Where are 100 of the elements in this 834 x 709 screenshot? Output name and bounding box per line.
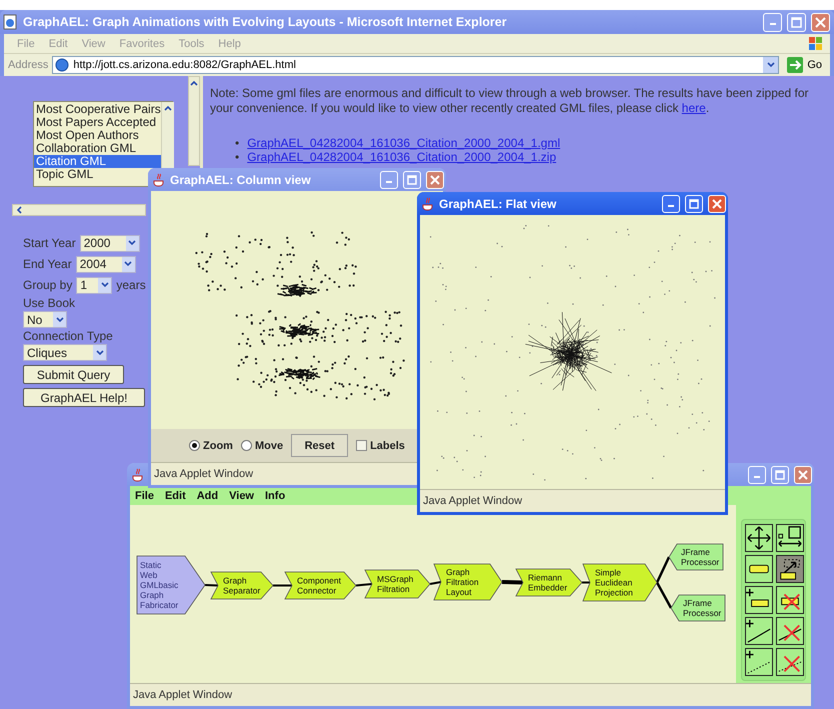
tool-button[interactable]: [745, 555, 773, 583]
dropdown[interactable]: 2004: [76, 256, 136, 272]
tool-button[interactable]: [745, 586, 773, 614]
field-label: End Year: [23, 257, 72, 271]
list-item[interactable]: Topic GML: [34, 168, 94, 181]
minimize-button[interactable]: [763, 12, 782, 32]
connector-line: [273, 584, 292, 586]
tool-button[interactable]: [776, 586, 804, 614]
dropdown[interactable]: Cliques: [23, 344, 107, 361]
radio-button[interactable]: Zoom: [189, 440, 233, 452]
connector-line: [430, 581, 442, 585]
connector-line: [582, 582, 590, 584]
pipeline-node[interactable]: Graph Separator: [210, 572, 274, 600]
note-text: Note: Some gml files are enormous and difficult to view through a web browser. The results have been zipped for your convenience. If you would like to view other recently created GML files, please click here.: [210, 86, 810, 116]
window-title: GraphAEL: Column view: [170, 172, 311, 186]
add-line-icon: [746, 618, 772, 644]
address-field[interactable]: http://jott.cs.arizona.edu:8082/GraphAEL.html: [52, 56, 780, 74]
pipeline-node[interactable]: Static Web GMLbasic Graph Fabricator: [136, 556, 206, 614]
tool-button[interactable]: [745, 524, 773, 552]
bullet: •: [235, 136, 240, 150]
menu-item[interactable]: Edit: [164, 490, 186, 502]
minimize-button[interactable]: [662, 194, 680, 212]
address-label: Address: [8, 59, 48, 71]
menu-item[interactable]: File: [135, 490, 154, 502]
tool-button[interactable]: [776, 524, 804, 552]
maximize-icon: [407, 174, 417, 184]
window-title: GraphAEL: Graph Animations with Evolving Layouts - Microsoft Internet Explorer: [23, 15, 507, 29]
tool-button[interactable]: [776, 555, 804, 583]
dropdown[interactable]: 1: [76, 276, 112, 294]
field-label: Group by: [23, 278, 72, 292]
list-item[interactable]: Most Open Authors: [34, 129, 139, 142]
connector-line: [356, 583, 372, 586]
page-icon: [55, 58, 70, 72]
pipeline-node[interactable]: Riemann Embedder: [515, 568, 583, 596]
checkbox[interactable]: Labels: [356, 440, 405, 452]
maximize-icon: [689, 198, 699, 208]
maximize-button[interactable]: [787, 12, 806, 32]
close-icon: [815, 16, 826, 28]
close-button[interactable]: [811, 12, 830, 32]
close-button[interactable]: [426, 170, 444, 188]
close-icon: [712, 198, 722, 208]
radio-button[interactable]: Move: [240, 440, 284, 452]
caret-icon: [96, 350, 104, 356]
tool-button[interactable]: [745, 648, 773, 676]
cup-icon: [132, 468, 144, 482]
reset-button[interactable]: Reset: [291, 434, 348, 457]
close-button[interactable]: [794, 466, 812, 484]
menu-item[interactable]: Info: [265, 490, 286, 502]
go-button[interactable]: Go: [783, 57, 826, 73]
caret-icon: [766, 62, 775, 68]
tool-button[interactable]: [745, 617, 773, 645]
list-item[interactable]: Citation GML: [34, 155, 161, 168]
tool-button[interactable]: [776, 617, 804, 645]
pipeline-node[interactable]: JFrame Processor: [668, 544, 724, 570]
caret-icon: [128, 240, 136, 246]
pipeline-node[interactable]: JFrame Processor: [670, 594, 726, 622]
pipeline-node[interactable]: Simple Euclidean Projection: [582, 564, 658, 602]
list-item[interactable]: Most Papers Accepted: [34, 116, 156, 129]
maximize-button[interactable]: [685, 194, 703, 212]
caret-icon: [124, 261, 132, 267]
list-item[interactable]: Collaboration GML: [34, 142, 136, 155]
pipeline-node[interactable]: Component Connector: [284, 572, 357, 600]
arrow-icon: [787, 57, 804, 73]
field-label: Start Year: [23, 236, 76, 250]
add-dashed-line-icon: [746, 649, 772, 675]
flag-icon: [808, 36, 824, 52]
maximize-icon: [791, 16, 802, 28]
minimize-button[interactable]: [380, 170, 398, 188]
field-label: Connection Type: [23, 329, 113, 343]
field-label: Use Book: [23, 296, 76, 310]
maximize-button[interactable]: [403, 170, 421, 188]
browser-page-icon: [2, 14, 18, 30]
caret-icon: [56, 316, 64, 322]
connector-line: [656, 556, 670, 584]
scrollbar[interactable]: [12, 204, 146, 216]
cup-icon: [153, 172, 165, 186]
form-button[interactable]: GraphAEL Help!: [23, 388, 145, 407]
window-title: GraphAEL: Flat view: [439, 196, 556, 210]
tool-button[interactable]: [776, 648, 804, 676]
maximize-button[interactable]: [771, 466, 789, 484]
unit-label: years: [116, 278, 146, 292]
pipeline-node[interactable]: Graph Filtration Layout: [433, 564, 502, 600]
connector-line: [656, 582, 672, 609]
dropdown[interactable]: No: [23, 311, 67, 328]
menu-item[interactable]: View: [229, 490, 254, 502]
list-item[interactable]: Most Cooperative Pairs: [34, 103, 161, 116]
close-icon: [798, 470, 808, 480]
scrollbar[interactable]: [188, 76, 200, 166]
close-button[interactable]: [708, 194, 726, 212]
pipeline-node[interactable]: MSGraph Filtration: [364, 570, 431, 598]
connector-line: [204, 584, 218, 586]
close-icon: [430, 174, 440, 184]
dropdown[interactable]: 2000: [80, 234, 140, 252]
menu-item[interactable]: Add: [196, 490, 218, 502]
maximize-icon: [775, 470, 785, 480]
cup-icon: [422, 196, 434, 210]
form-button[interactable]: Submit Query: [23, 365, 124, 384]
minimize-button[interactable]: [748, 466, 766, 484]
caret-icon: [100, 282, 109, 288]
bullet: •: [235, 150, 240, 164]
